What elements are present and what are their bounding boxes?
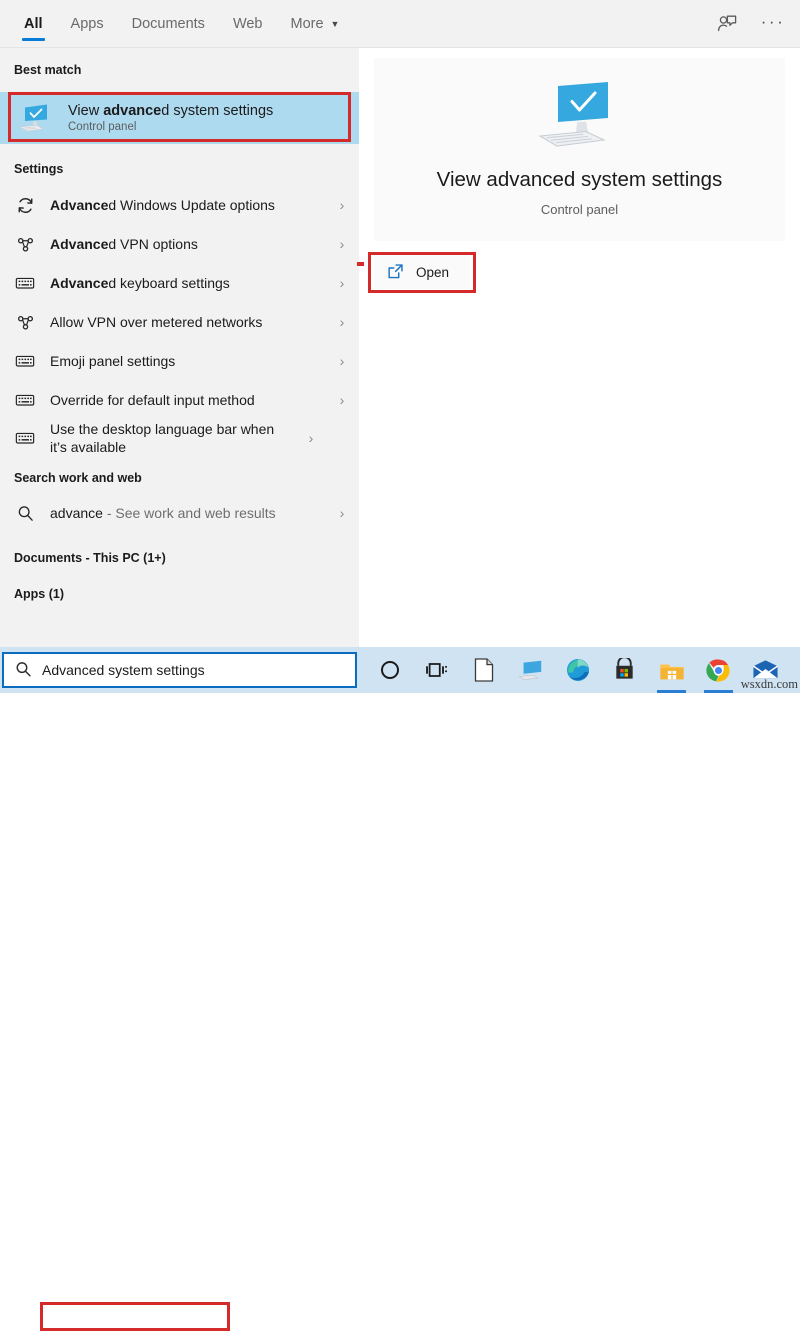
keyboard-icon [14,427,36,449]
chevron-right-icon: › [325,197,359,213]
overflow-menu-icon[interactable]: ··· [760,11,786,37]
setting-label-rest: d keyboard settings [108,275,229,291]
preview-card: View advanced system settings Control pa… [374,58,785,241]
chevron-right-icon: › [325,314,359,330]
best-match-title-prefix: View [68,103,103,119]
cortana-icon[interactable] [366,647,413,693]
preview-subtitle: Control panel [374,202,785,217]
chevron-right-icon: › [325,353,359,369]
preview-title: View advanced system settings [374,168,785,192]
apps-heading[interactable]: Apps (1) [14,587,64,601]
keyboard-icon [14,350,36,372]
search-icon [14,502,36,524]
watermark: wsxdn.com [741,677,798,692]
tab-all-label: All [24,16,43,32]
microsoft-store-icon[interactable] [601,647,648,693]
keyboard-icon [14,272,36,294]
tab-documents-label: Documents [132,16,205,32]
best-match-title-suffix: d system settings [161,103,273,119]
open-button-label: Open [416,265,449,280]
tab-all[interactable]: All [10,0,57,48]
settings-heading: Settings [14,162,63,176]
setting-label: Emoji panel settings [50,352,325,370]
setting-label-rest: Override for default input method [50,392,255,408]
taskbar-search-input[interactable]: Advanced system settings [2,652,357,688]
best-match-text: View advanced system settings Control pa… [68,103,273,134]
annotation-dash [357,262,364,266]
search-tabbar: All Apps Documents Web More ▼ [0,0,800,48]
web-search-suffix: - See work and web results [103,505,276,521]
setting-label-rest: d Windows Update options [108,197,275,213]
tab-list: All Apps Documents Web More ▼ [10,0,353,48]
setting-label-rest: Allow VPN over metered networks [50,314,262,330]
setting-label: Advanced VPN options [50,235,325,253]
setting-label: Allow VPN over metered networks [50,313,325,331]
web-search-result[interactable]: advance - See work and web results › [0,496,359,530]
setting-row-language-bar[interactable]: Use the desktop language bar when it’s a… [0,412,359,464]
setting-label-bold: Advance [50,236,108,252]
task-view-icon[interactable] [413,647,460,693]
tab-web-label: Web [233,16,263,32]
file-explorer-icon[interactable] [648,647,695,693]
setting-label-rest: Use the desktop language bar when it’s a… [50,421,274,455]
search-web-heading: Search work and web [14,471,142,485]
chevron-down-icon: ▼ [331,20,340,29]
setting-row-vpn-metered[interactable]: Allow VPN over metered networks › [0,305,359,339]
setting-row-emoji-panel[interactable]: Emoji panel settings › [0,344,359,378]
setting-label: Advanced Windows Update options [50,196,325,214]
setting-label: Override for default input method [50,391,325,409]
search-flyout: All Apps Documents Web More ▼ [0,0,800,647]
tab-more[interactable]: More ▼ [277,0,354,48]
vpn-network-icon [14,311,36,333]
microsoft-edge-icon[interactable] [554,647,601,693]
chevron-right-icon: › [325,505,359,521]
setting-label-bold: Advance [50,197,108,213]
taskbar-search-value: Advanced system settings [42,662,205,678]
best-match-heading: Best match [14,63,81,77]
open-button[interactable]: Open [374,255,470,289]
chevron-right-icon: › [294,430,328,446]
setting-row-keyboard-settings[interactable]: Advanced keyboard settings › [0,266,359,300]
person-feedback-icon[interactable] [714,11,740,37]
open-external-icon [386,262,406,282]
header-actions: ··· [714,0,786,48]
search-icon [14,660,34,680]
web-search-term: advance [50,505,103,521]
vpn-network-icon [14,233,36,255]
tab-documents[interactable]: Documents [118,0,219,48]
setting-row-vpn-options[interactable]: Advanced VPN options › [0,227,359,261]
tab-apps-label: Apps [71,16,104,32]
remote-desktop-icon[interactable] [507,647,554,693]
chevron-right-icon: › [325,275,359,291]
setting-label-rest: Emoji panel settings [50,353,175,369]
best-match-title: View advanced system settings [68,103,273,120]
chevron-right-icon: › [325,236,359,252]
setting-label-bold: Advance [50,275,108,291]
tab-web[interactable]: Web [219,0,277,48]
best-match-result[interactable]: View advanced system settings Control pa… [0,92,359,144]
google-chrome-icon[interactable] [695,647,742,693]
system-settings-monitor-icon [18,101,52,135]
setting-label-rest: d VPN options [108,236,198,252]
sync-icon [14,194,36,216]
setting-row-windows-update[interactable]: Advanced Windows Update options › [0,188,359,222]
search-input-annotation-box [40,1302,230,1331]
chevron-right-icon: › [325,392,359,408]
system-settings-monitor-icon [532,80,628,152]
web-search-label: advance - See work and web results [50,504,325,522]
windows-search-screen: All Apps Documents Web More ▼ [0,0,800,693]
tab-more-label: More [291,16,324,32]
best-match-title-bold: advance [103,103,161,119]
keyboard-icon [14,389,36,411]
tab-apps[interactable]: Apps [57,0,118,48]
best-match-subtitle: Control panel [68,121,273,133]
libreoffice-writer-icon[interactable] [460,647,507,693]
setting-label: Use the desktop language bar when it’s a… [50,420,294,456]
taskbar: Advanced system settings [0,647,800,693]
setting-label: Advanced keyboard settings [50,274,325,292]
documents-heading[interactable]: Documents - This PC (1+) [14,551,166,565]
taskbar-icon-strip [366,647,800,693]
